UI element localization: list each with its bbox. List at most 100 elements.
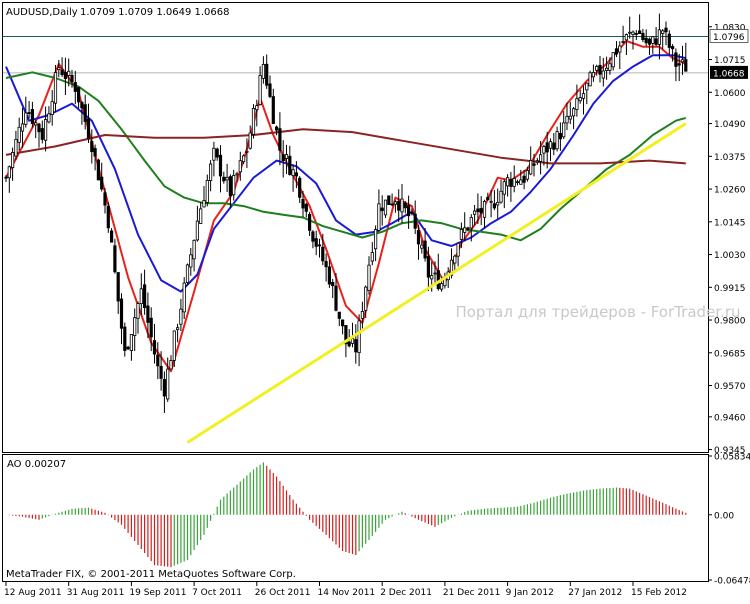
time-tick-label: 31 Aug 2011 [67,588,125,598]
candle-body [34,122,38,126]
candle-body [17,126,21,143]
candle-body [595,65,599,71]
candle-body [453,255,457,264]
candle-body [20,123,25,132]
candle-body [175,327,180,331]
candle-body [172,330,176,361]
ao-tick-label: 0.00 [714,511,734,521]
candle-body [199,208,203,224]
candle-body [519,179,523,185]
price-tick-label: 0.9460 [714,413,746,423]
candle-body [647,38,652,45]
candle-body [119,298,124,329]
candle-body [423,240,427,259]
candle-body [57,67,61,71]
candle-body [661,30,665,34]
copyright: MetaTrader FIX, © 2001-2011 MetaQuotes S… [6,569,296,580]
candle-body [387,195,391,205]
candle-body [370,252,374,262]
candle-body [466,227,470,230]
candle-body [331,281,335,287]
candle-body [166,368,170,400]
candle-body [581,93,586,99]
candle-body [126,346,130,350]
candle-body [654,38,658,45]
candle-body [545,142,549,153]
candle-body [532,163,536,166]
ao-tick-label: 0.05834 [714,453,750,463]
candle-body [93,148,97,157]
candle-body [129,334,133,351]
candle-body [354,339,358,353]
candle-body [492,203,497,209]
candle-body [486,196,490,201]
candle-body [278,128,282,151]
time-tick-label: 15 Feb 2012 [631,588,687,598]
candle-body [671,46,675,50]
candle-body [265,63,269,86]
candle-body [314,238,318,247]
candle-body [77,87,81,103]
candle-body [4,176,8,179]
candle-body [680,59,685,63]
candle-body [304,203,308,212]
candle-body [585,82,589,91]
candle-body [291,169,295,177]
candle-body [10,152,15,168]
time-axis: 12 Aug 2011 31 Aug 2011 19 Sep 2011 7 Oct 2… [4,582,687,598]
candle-body [601,70,605,79]
candle-body [7,166,11,179]
candle-body [106,205,110,229]
candle-body [268,83,272,97]
candle-body [436,270,440,290]
price-axis: 1.08301.07151.06001.04901.03751.02601.01… [708,23,746,456]
price-tick-label: 1.0600 [714,89,746,99]
time-tick-label: 9 Jan 2012 [506,588,554,598]
candle-body [90,141,94,153]
candle-body [667,33,671,48]
time-tick-label: 26 Oct 2011 [255,588,311,598]
candle-body [364,286,368,311]
candle-body [123,326,127,351]
price-tick-label: 0.9685 [714,349,746,359]
time-tick-label: 12 Aug 2011 [4,588,62,598]
candle-body [611,52,615,68]
candle-body [568,115,572,120]
candle-body [83,104,87,122]
candle-body [255,105,259,111]
candle-body [552,142,556,150]
candle-body [624,34,629,41]
candle-body [469,217,473,229]
chart-svg: Портал для трейдеров - ForTrader.ru 1.08… [2,2,750,598]
candle-body [298,177,302,198]
candle-body [479,208,483,214]
candle-body [136,303,140,319]
candle-body [608,63,612,71]
candle-body [542,146,546,154]
candle-body [116,272,120,302]
ao-tick-label: -0.06478 [714,577,750,587]
candle-body [403,202,407,209]
candle-body [284,154,289,159]
candle-body [215,148,219,158]
candle-body [340,319,345,327]
candle-body [674,52,678,67]
candle-body [235,173,239,176]
candle-body [208,163,213,181]
time-tick-label: 19 Sep 2011 [129,588,186,598]
candle-body [110,230,114,243]
candle-body [509,178,513,187]
candle-body [185,264,190,283]
candle-body [149,317,153,338]
candle-body [44,119,48,141]
candle-body [288,155,292,175]
candle-body [618,45,622,53]
candle-body [350,338,355,344]
candle-body [677,63,681,66]
candle-body [96,159,100,181]
candle-body [383,199,388,216]
candle-body [535,160,539,163]
symbol-title: AUDUSD,Daily [6,7,78,18]
candle-body [100,176,104,190]
price-tick-label: 1.0715 [714,56,746,66]
